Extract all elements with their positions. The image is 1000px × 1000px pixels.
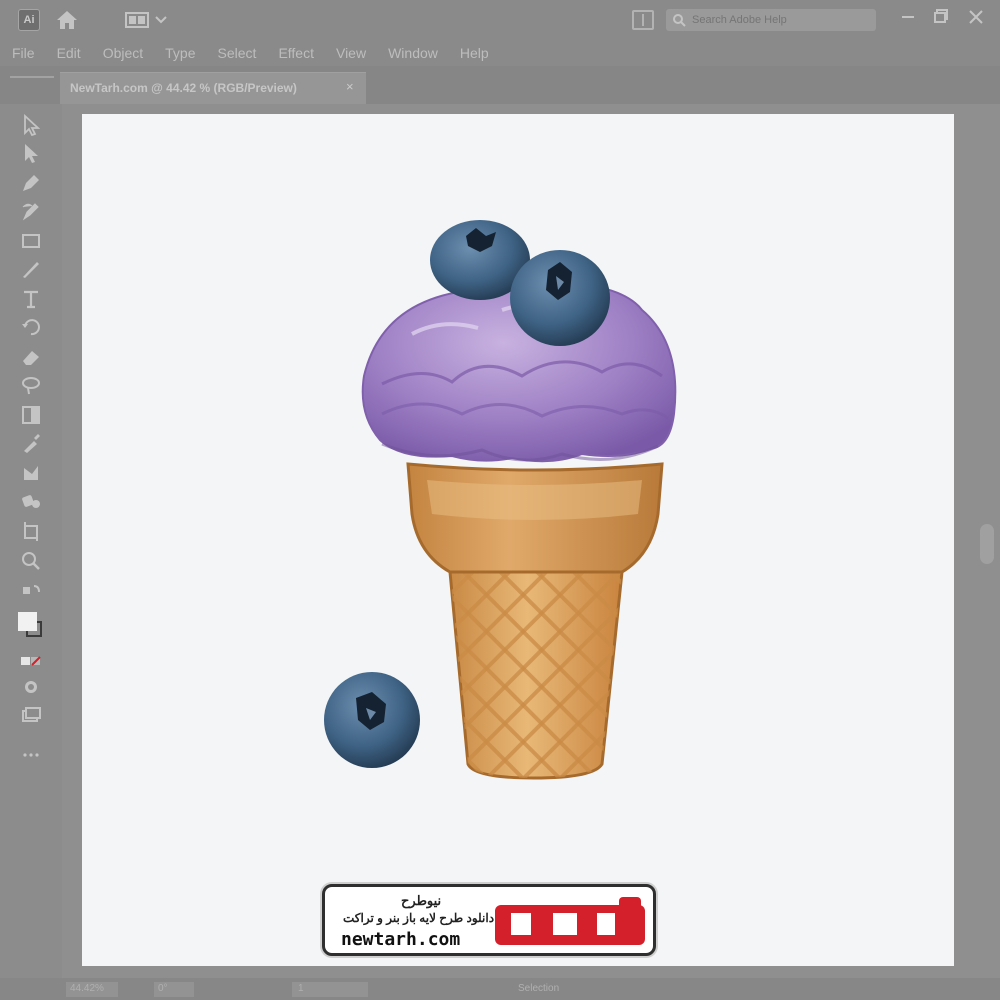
menu-type[interactable]: Type [165,45,195,61]
lasso-tool-icon[interactable] [17,374,45,396]
illustrator-logo-icon: Ai [18,9,40,31]
home-icon[interactable] [54,8,80,32]
tab-document[interactable]: NewTarh.com @ 44.42 % (RGB/Preview) × [60,72,366,104]
menu-bar: File Edit Object Type Select Effect View… [0,40,1000,66]
eyedropper-tool-icon[interactable] [17,432,45,454]
blueberry [324,672,420,768]
search-icon [672,13,686,27]
default-colors-icon[interactable] [17,582,45,604]
watermark-badge: نیوطرح دانلود طرح لایه باز بنر و تراکت n… [322,884,656,956]
gradient-tool-icon[interactable] [17,404,45,426]
artboard[interactable] [82,114,954,966]
blueberry [510,250,610,346]
shape-builder-tool-icon[interactable] [17,462,45,484]
artboard-page-field[interactable]: 1 [292,982,368,997]
rotation-field[interactable]: 0° [154,982,194,997]
waffle-cone [406,462,664,780]
rotate-tool-icon[interactable] [17,316,45,338]
watermark-domain: newtarh.com [341,929,461,950]
canvas-area[interactable] [62,104,1000,978]
selection-tool-icon[interactable] [17,114,45,136]
workspace-switcher-icon[interactable] [124,10,174,30]
status-bar: 44.42% 0° 1 Selection [0,978,1000,1000]
type-tool-icon[interactable] [17,288,45,310]
tools-panel [0,104,62,978]
artboard-page-value: 1 [298,983,304,994]
menu-help[interactable]: Help [460,45,489,61]
vertical-scrollbar[interactable] [980,524,994,564]
zoom-value: 44.42% [70,983,104,994]
tab-close-icon[interactable]: × [346,79,354,94]
ice-cream-illustration[interactable] [82,114,954,966]
watermark-tagline: دانلود طرح لایه باز بنر و تراکت [343,911,495,925]
menu-select[interactable]: Select [218,45,257,61]
eraser-tool-icon[interactable] [17,346,45,368]
pen-tool-icon[interactable] [17,172,45,194]
more-tools-icon[interactable] [17,744,45,766]
title-bar: Ai [0,0,1000,40]
paintbrush-tool-icon[interactable] [17,258,45,280]
color-mode-icon[interactable] [17,650,45,672]
zoom-tool-icon[interactable] [17,550,45,572]
direct-selection-tool-icon[interactable] [17,142,45,164]
maximize-icon[interactable] [930,6,954,28]
tab-document-label: NewTarh.com @ 44.42 % (RGB/Preview) [70,81,297,95]
document-tab-bar: NewTarh.com @ 44.42 % (RGB/Preview) × [0,66,1000,104]
rectangle-tool-icon[interactable] [17,230,45,252]
drawing-mode-icon[interactable] [17,676,45,698]
menu-object[interactable]: Object [103,45,143,61]
curvature-tool-icon[interactable] [17,200,45,222]
zoom-field[interactable]: 44.42% [66,982,118,997]
menu-file[interactable]: File [12,45,35,61]
rotation-value: 0° [158,983,168,994]
search-input[interactable] [692,12,868,28]
search-box[interactable] [666,9,876,31]
panel-gripper-icon[interactable] [10,76,54,78]
artboard-tool-icon[interactable] [17,520,45,542]
menu-view[interactable]: View [336,45,366,61]
watermark-logo [495,897,645,945]
current-tool-status: Selection [518,983,560,994]
fill-stroke-icon[interactable] [17,610,45,640]
blend-tool-icon[interactable] [17,490,45,512]
menu-window[interactable]: Window [388,45,438,61]
close-icon[interactable] [964,6,988,28]
menu-effect[interactable]: Effect [278,45,314,61]
minimize-icon[interactable] [896,6,920,28]
menu-edit[interactable]: Edit [57,45,81,61]
watermark-name: نیوطرح [401,893,442,908]
screen-mode-icon[interactable] [17,704,45,726]
arrange-documents-icon[interactable] [632,10,654,30]
